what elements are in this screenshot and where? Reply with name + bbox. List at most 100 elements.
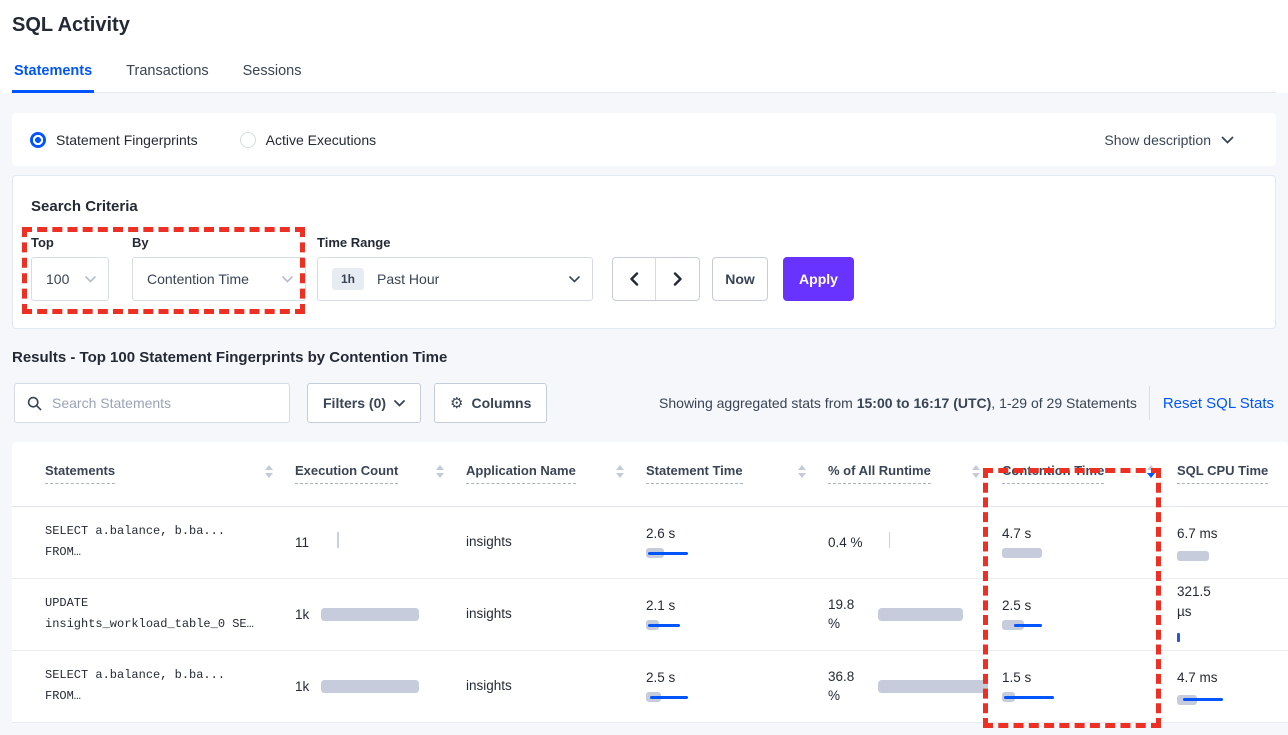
execution-count-value: 1k (295, 679, 321, 694)
time-range-value: Past Hour (377, 271, 439, 287)
contention-time-bar (1002, 548, 1177, 558)
sort-icon[interactable] (616, 465, 624, 482)
latency-bar (1177, 695, 1288, 705)
show-description-label: Show description (1104, 132, 1211, 148)
by-select[interactable]: Contention Time (132, 257, 306, 301)
sort-icon[interactable] (1147, 465, 1155, 482)
latency-bar (878, 680, 998, 693)
search-input[interactable] (52, 395, 277, 411)
top-select-value: 100 (46, 271, 69, 287)
table-header-row: Statements Execution Count Application N… (12, 442, 1288, 506)
time-range-select[interactable]: 1h Past Hour (317, 257, 593, 301)
chevron-down-icon (1221, 136, 1234, 144)
top-select[interactable]: 100 (31, 257, 109, 301)
sort-icon[interactable] (798, 465, 806, 482)
sort-icon[interactable] (436, 465, 444, 482)
by-label: By (132, 235, 306, 250)
filters-button[interactable]: Filters (0) (307, 383, 421, 423)
column-header-label: Statement Time (646, 463, 743, 484)
statement-line1: SELECT a.balance, b.ba... (45, 521, 295, 542)
now-button[interactable]: Now (712, 257, 768, 301)
latency-bar (1002, 548, 1122, 558)
sql-cpu-time-value: 4.7 ms (1177, 668, 1225, 688)
radio-label: Statement Fingerprints (56, 132, 198, 148)
histogram-tick (337, 532, 339, 548)
statement-line2: FROM… (45, 686, 295, 707)
sort-icon[interactable] (972, 465, 980, 482)
latency-bar (878, 608, 998, 621)
show-description-toggle[interactable]: Show description (1104, 132, 1234, 148)
column-header[interactable]: Statements (12, 442, 295, 506)
sort-icon[interactable] (265, 465, 273, 482)
radio-active-executions[interactable]: Active Executions (240, 132, 377, 148)
time-window-arrows (612, 257, 700, 301)
chevron-down-icon (569, 276, 580, 283)
statement-time-bar (646, 692, 828, 702)
tab-bar: Statements Transactions Sessions (12, 63, 1276, 93)
vertical-divider (1149, 386, 1150, 420)
histogram-tick (1177, 633, 1180, 642)
contention-time-bar (1002, 620, 1177, 630)
time-range-label: Time Range (317, 235, 593, 250)
execution-count-bar (321, 680, 441, 693)
column-header-label: Execution Count (295, 463, 398, 484)
column-header[interactable]: % of All Runtime (828, 442, 1002, 506)
latency-bar (646, 692, 766, 702)
statements-table: Statements Execution Count Application N… (12, 442, 1288, 723)
bar-mean (878, 608, 963, 621)
radio-unselected-icon[interactable] (240, 132, 256, 148)
bar-stddev (1004, 696, 1054, 699)
bar-mean (1177, 551, 1209, 561)
column-header[interactable]: Application Name (466, 442, 646, 506)
latency-bar (646, 548, 766, 558)
runtime-percent-bar (878, 608, 998, 621)
application-name-value: insights (466, 678, 512, 693)
sql-cpu-time-bar (1177, 629, 1288, 647)
toolbar-right: Showing aggregated stats from 15:00 to 1… (659, 386, 1274, 420)
statement-line1: UPDATE (45, 593, 295, 614)
bar-mean (321, 608, 419, 621)
column-header[interactable]: Statement Time (646, 442, 828, 506)
execution-count-bar (321, 608, 441, 621)
tab-sessions[interactable]: Sessions (241, 63, 304, 92)
sql-cpu-time-bar (1177, 551, 1288, 561)
next-time-window-button[interactable] (656, 258, 699, 300)
tab-statements[interactable]: Statements (12, 63, 94, 93)
tab-transactions[interactable]: Transactions (124, 63, 210, 92)
sql-cpu-time-bar (1177, 695, 1288, 705)
column-header[interactable]: Contention Time (1002, 442, 1177, 506)
page-header: SQL Activity Statements Transactions Ses… (0, 0, 1288, 93)
column-header[interactable]: SQL CPU Time (1177, 442, 1288, 506)
statement-search-box[interactable] (14, 383, 290, 423)
columns-label: Columns (471, 395, 531, 411)
reset-sql-stats-link[interactable]: Reset SQL Stats (1163, 395, 1274, 412)
latency-bar (321, 680, 441, 693)
radio-statement-fingerprints[interactable]: Statement Fingerprints (30, 132, 198, 148)
statement-fingerprint-link[interactable]: SELECT a.balance, b.ba... FROM… (45, 521, 295, 563)
apply-button[interactable]: Apply (783, 257, 854, 301)
table-row[interactable]: SELECT a.balance, b.ba... FROM… 1k insig… (12, 650, 1288, 722)
bar-mean (321, 680, 419, 693)
bar-mean (878, 680, 988, 693)
previous-time-window-button[interactable] (613, 258, 656, 300)
angle-left-icon (629, 272, 639, 286)
statement-time-value: 2.5 s (646, 670, 828, 685)
sql-cpu-time-value: 321.5 µs (1177, 582, 1225, 622)
statement-fingerprint-link[interactable]: UPDATE insights_workload_table_0 SE… (45, 593, 295, 635)
column-header[interactable]: Execution Count (295, 442, 466, 506)
application-name-value: insights (466, 606, 512, 621)
execution-count-value: 11 (295, 535, 321, 550)
table-row[interactable]: SELECT a.balance, b.ba... FROM… 11 insig… (12, 506, 1288, 578)
columns-button[interactable]: ⚙ Columns (434, 383, 547, 423)
statement-time-bar (646, 548, 828, 558)
table-row[interactable]: UPDATE insights_workload_table_0 SE… 1k … (12, 578, 1288, 650)
chevron-down-icon (282, 276, 293, 283)
contention-time-value: 4.7 s (1002, 526, 1177, 541)
statement-fingerprint-link[interactable]: SELECT a.balance, b.ba... FROM… (45, 665, 295, 707)
radio-selected-icon[interactable] (30, 132, 46, 148)
bar-mean (1002, 548, 1042, 558)
statement-time-value: 2.6 s (646, 526, 828, 541)
statement-time-bar (646, 620, 828, 630)
runtime-percent-bar (878, 680, 998, 693)
statement-time-value: 2.1 s (646, 598, 828, 613)
